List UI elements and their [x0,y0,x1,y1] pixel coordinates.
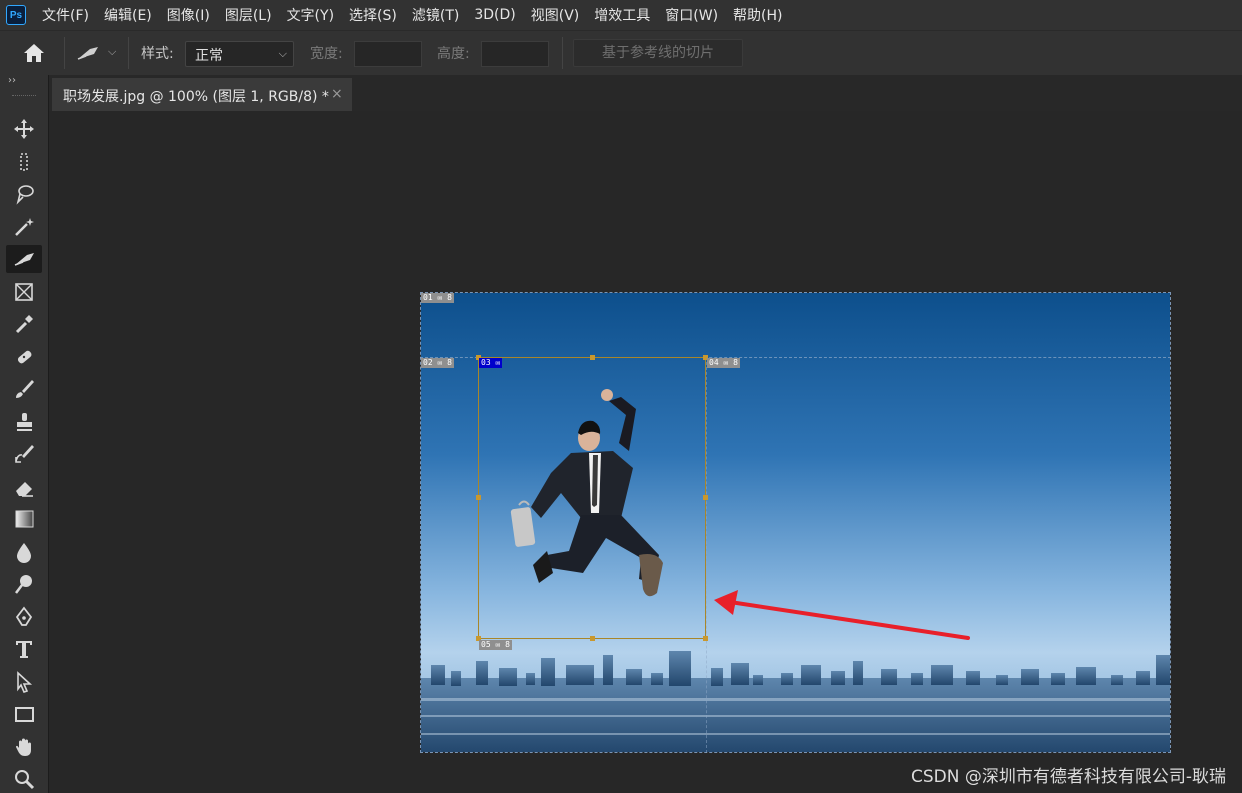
magic-wand-tool-icon[interactable] [6,213,42,241]
rectangle-tool-icon[interactable] [6,700,42,728]
menu-help[interactable]: 帮助(H) [733,5,782,25]
slices-from-guides-button[interactable]: 基于参考线的切片 [573,39,743,67]
dodge-tool-icon[interactable] [6,570,42,598]
style-label: 样式: [141,46,174,62]
chevron-down-icon[interactable]: ⌵ [108,45,116,59]
frame-tool-icon[interactable] [6,278,42,306]
options-divider [128,37,129,69]
height-field[interactable] [481,41,549,67]
close-icon[interactable]: × [331,86,343,102]
lasso-tool-icon[interactable] [6,180,42,208]
options-bar: ⌵ 样式: 正常 ⌵ 宽度: 高度: 基于参考线的切片 [0,30,1242,76]
width-label: 宽度: [310,46,343,62]
style-select[interactable]: 正常 ⌵ [185,41,294,67]
menu-image[interactable]: 图像(I) [167,5,210,25]
slice-badge-02[interactable]: 02 ✉ 8 [421,358,454,368]
slice-badge-03[interactable]: 03 ✉ [479,358,503,368]
path-selection-tool-icon[interactable] [6,668,42,696]
marquee-tool-icon[interactable] [6,148,42,176]
height-label: 高度: [437,46,470,62]
menu-filter[interactable]: 滤镜(T) [412,5,459,25]
resize-handle[interactable] [590,636,595,641]
chevron-down-icon: ⌵ [278,47,287,60]
menu-plugins[interactable]: 增效工具 [594,5,650,25]
clone-stamp-tool-icon[interactable] [6,408,42,436]
slice-badge-01[interactable]: 01 ✉ 8 [421,293,454,303]
blur-tool-icon[interactable] [6,538,42,566]
style-select-value: 正常 [195,48,223,64]
eraser-tool-icon[interactable] [6,473,42,501]
resize-handle[interactable] [590,355,595,360]
move-tool-icon[interactable] [6,115,42,143]
healing-brush-tool-icon[interactable] [6,343,42,371]
panel-grip[interactable] [12,95,36,99]
home-icon[interactable] [22,42,46,64]
selected-slice[interactable] [478,357,706,639]
menu-window[interactable]: 窗口(W) [665,5,718,25]
watermark-text: CSDN @深圳市有德者科技有限公司-耿瑞 [910,767,1226,787]
history-brush-tool-icon[interactable] [6,440,42,468]
hand-tool-icon[interactable] [6,733,42,761]
document-tabs: 职场发展.jpg @ 100% (图层 1, RGB/8) * × [49,75,1242,111]
resize-handle[interactable] [476,495,481,500]
resize-handle[interactable] [703,495,708,500]
menu-layer[interactable]: 图层(L) [225,5,272,25]
slice-badge-05[interactable]: 05 ✉ 8 [479,640,512,650]
slice-badge-04[interactable]: 04 ✉ 8 [707,358,740,368]
zoom-tool-icon[interactable] [6,765,42,793]
pen-tool-icon[interactable] [6,603,42,631]
collapse-panel-icon[interactable]: ›› [8,75,16,86]
gradient-tool-icon[interactable] [6,505,42,533]
document-tab-title: 职场发展.jpg @ 100% (图层 1, RGB/8) * [63,89,329,105]
menu-select[interactable]: 选择(S) [349,5,397,25]
document-tab[interactable]: 职场发展.jpg @ 100% (图层 1, RGB/8) * × [52,78,352,111]
menu-3d[interactable]: 3D(D) [474,7,515,23]
eyedropper-tool-icon[interactable] [6,310,42,338]
options-divider [64,37,65,69]
slice-tool-icon[interactable] [6,245,42,273]
resize-handle[interactable] [703,636,708,641]
type-tool-icon[interactable] [6,635,42,663]
menu-bar: Ps 文件(F) 编辑(E) 图像(I) 图层(L) 文字(Y) 选择(S) 滤… [0,0,1242,30]
options-divider [562,37,563,69]
photoshop-logo-icon[interactable]: Ps [6,5,26,25]
menu-type[interactable]: 文字(Y) [287,5,334,25]
brush-tool-icon[interactable] [6,375,42,403]
menu-file[interactable]: 文件(F) [42,5,89,25]
tools-panel: ›› [0,75,49,793]
menu-view[interactable]: 视图(V) [531,5,580,25]
slice-guide-line [706,357,708,753]
width-field[interactable] [354,41,422,67]
menu-edit[interactable]: 编辑(E) [104,5,152,25]
slice-tool-preset-icon[interactable] [76,45,100,61]
